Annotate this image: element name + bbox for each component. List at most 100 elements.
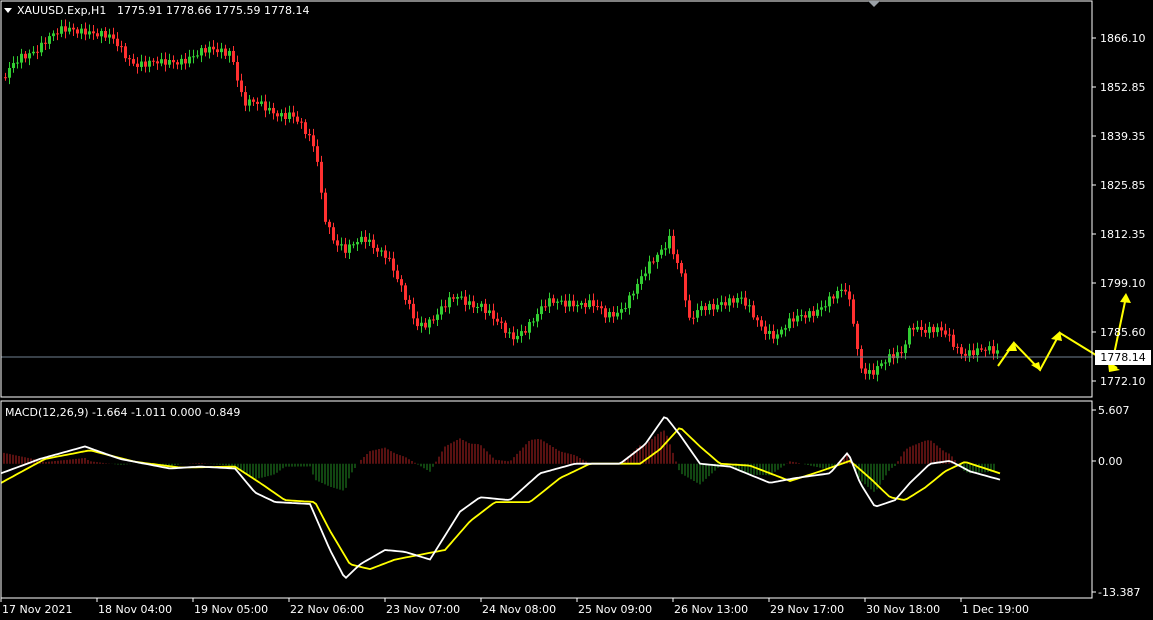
candle-body	[412, 303, 415, 319]
scroll-marker-icon[interactable]	[868, 1, 880, 7]
candle-body	[880, 363, 883, 367]
candle-body	[948, 334, 951, 336]
candle-body	[484, 303, 487, 314]
candle-body	[304, 122, 307, 135]
candle-body	[372, 239, 375, 248]
macd-tick-label: 5.607	[1098, 404, 1130, 417]
candle-body	[480, 303, 483, 307]
candle-body	[800, 315, 803, 317]
candle-body	[440, 306, 443, 315]
macd-tick-label: -13.387	[1098, 586, 1140, 599]
candle-body	[276, 113, 279, 117]
candle-body	[612, 311, 615, 317]
candle-body	[108, 34, 111, 38]
candle-body	[756, 317, 759, 321]
candle-body	[544, 306, 547, 308]
candle-body	[432, 319, 435, 321]
candle-body	[644, 273, 647, 277]
candle-body	[68, 27, 71, 32]
candle-body	[776, 334, 779, 339]
candle-body	[668, 235, 671, 249]
candle-body	[44, 42, 47, 44]
price-tick-label: 1825.85	[1100, 179, 1146, 192]
candle-body	[972, 350, 975, 356]
candle-body	[564, 300, 567, 307]
candle-body	[332, 227, 335, 241]
candle-body	[912, 327, 915, 330]
candle-body	[308, 134, 311, 136]
candle-body	[144, 61, 147, 67]
candle-body	[892, 354, 895, 359]
candle-body	[460, 296, 463, 298]
candle-body	[764, 326, 767, 334]
time-tick-label: 25 Nov 09:00	[578, 603, 652, 616]
candle-body	[572, 300, 575, 307]
candle-body	[720, 302, 723, 305]
candle-body	[796, 315, 799, 322]
candle-body	[196, 55, 199, 57]
candle-body	[140, 61, 143, 67]
candle-body	[456, 296, 459, 299]
candle-body	[376, 247, 379, 252]
candle-body	[592, 300, 595, 307]
candle-body	[504, 322, 507, 333]
candle-body	[684, 273, 687, 301]
candle-body	[620, 309, 623, 313]
macd-tick-label: 0.00	[1098, 455, 1123, 468]
candle-body	[184, 58, 187, 64]
candle-body	[936, 327, 939, 333]
candle-body	[900, 352, 903, 354]
macd-pane[interactable]	[0, 416, 1001, 580]
candle-body	[812, 311, 815, 316]
collapse-arrow-icon[interactable]	[4, 8, 12, 13]
price-tick-label: 1866.10	[1100, 32, 1146, 45]
trading-chart[interactable]: XAUUSD.Exp,H1 1775.91 1778.66 1775.59 17…	[0, 0, 1153, 620]
candle-body	[840, 289, 843, 291]
candle-body	[792, 318, 795, 322]
symbol-label: XAUUSD.Exp,H1	[17, 4, 106, 17]
time-tick-label: 23 Nov 07:00	[386, 603, 460, 616]
candle-body	[596, 306, 599, 308]
candle-body	[88, 31, 91, 35]
candle-body	[192, 56, 195, 58]
candle-body	[520, 331, 523, 336]
candle-body	[492, 310, 495, 319]
time-tick-label: 26 Nov 13:00	[674, 603, 748, 616]
candle-body	[604, 308, 607, 318]
candle-body	[116, 38, 119, 47]
candle-body	[600, 306, 603, 309]
candle-body	[732, 298, 735, 303]
candle-body	[508, 332, 511, 334]
candle-body	[680, 262, 683, 274]
candle-body	[280, 113, 283, 117]
candle-body	[232, 50, 235, 63]
candle-body	[672, 235, 675, 255]
candle-body	[608, 311, 611, 318]
candle-body	[16, 62, 19, 64]
candle-body	[228, 50, 231, 56]
candle-body	[528, 322, 531, 333]
candle-body	[700, 306, 703, 311]
candle-body	[588, 300, 591, 308]
candle-body	[136, 63, 139, 67]
candle-body	[420, 322, 423, 327]
candle-body	[148, 60, 151, 67]
candle-body	[76, 29, 79, 34]
time-tick-label: 18 Nov 04:00	[98, 603, 172, 616]
candle-body	[152, 60, 155, 62]
candle-body	[252, 99, 255, 102]
candle-body	[388, 257, 391, 259]
candle-body	[584, 302, 587, 308]
candle-body	[468, 301, 471, 305]
candle-body	[316, 146, 319, 162]
candle-body	[436, 314, 439, 320]
candle-body	[540, 306, 543, 315]
candle-body	[368, 239, 371, 242]
candle-body	[424, 322, 427, 328]
candle-body	[320, 161, 323, 193]
candle-body	[660, 249, 663, 255]
candle-body	[272, 107, 275, 114]
price-pane[interactable]	[4, 19, 999, 382]
time-tick-label: 30 Nov 18:00	[866, 603, 940, 616]
candle-body	[652, 261, 655, 263]
